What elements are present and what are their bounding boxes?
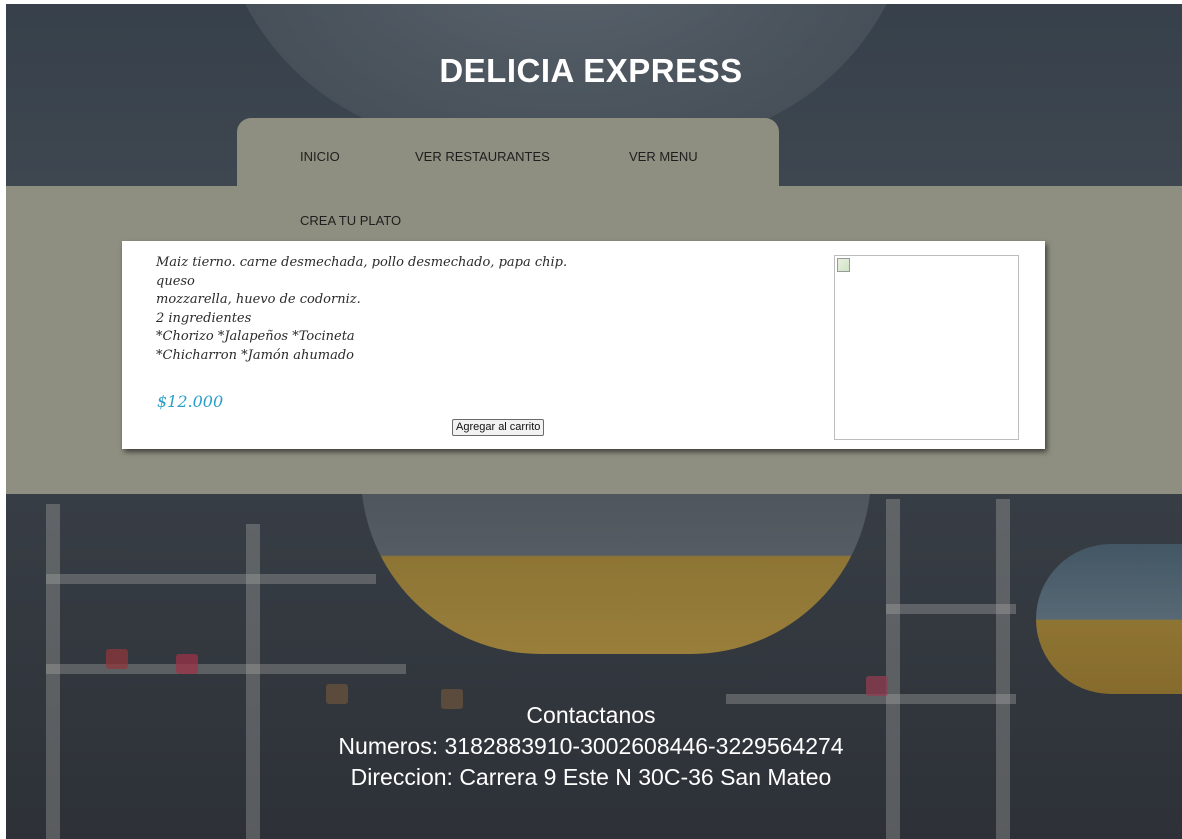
description-line: Maiz tierno. carne desmechada, pollo des… [156,255,568,270]
description-line: *Chorizo *Jalapeños *Tocineta [156,329,355,344]
add-to-cart-button[interactable]: Agregar al carrito [452,419,545,436]
contact-heading: Contactanos [526,702,656,728]
description-line: queso [156,273,195,289]
product-description: Maiz tierno. carne desmechada, pollo des… [156,254,616,365]
product-card: Maiz tierno. carne desmechada, pollo des… [122,241,1045,449]
main-nav: INICIO VER RESTAURANTES VER MENU [237,118,779,186]
product-image [834,255,1019,440]
contact-footer: Contactanos Numeros: 3182883910-30026084… [0,700,1182,793]
site-title: DELICIA EXPRESS [439,52,743,89]
nav-item-inicio[interactable]: INICIO [300,149,340,164]
product-price: $12.000 [157,392,224,411]
nav-item-crea-tu-plato[interactable]: CREA TU PLATO [300,213,401,228]
contact-phones: Numeros: 3182883910-3002608446-322956427… [338,733,844,759]
description-line: mozzarella, huevo de codorniz. [156,292,361,307]
contact-address: Direccion: Carrera 9 Este N 30C-36 San M… [350,764,832,790]
nav-item-ver-menu[interactable]: VER MENU [629,149,698,164]
broken-image-icon [837,258,850,272]
nav-item-ver-restaurantes[interactable]: VER RESTAURANTES [415,149,550,164]
description-line: 2 ingredientes [156,310,252,326]
description-line: *Chicharron *Jamón ahumado [156,347,354,363]
